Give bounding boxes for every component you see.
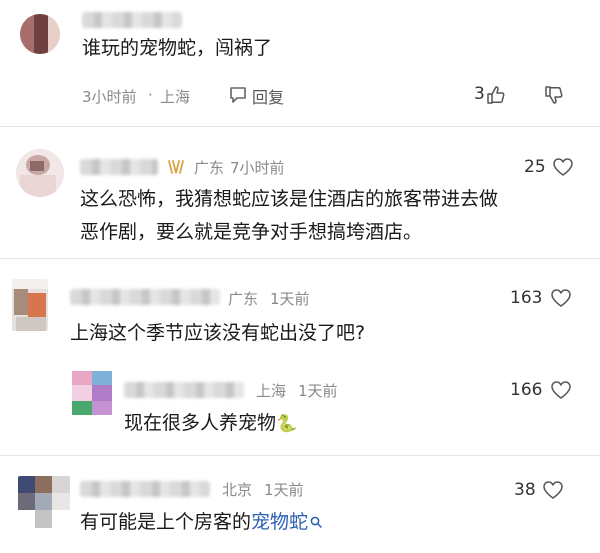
like-count: 38 (514, 480, 536, 500)
comment-location: · (148, 86, 153, 104)
username-blurred[interactable] (124, 382, 244, 398)
comment-location: 上海 (160, 88, 191, 106)
username-blurred[interactable] (80, 159, 158, 175)
heart-icon (553, 158, 573, 176)
comment-body: 现在很多人养宠物🐍 (124, 407, 297, 441)
like-count: 163 (510, 288, 543, 308)
like-count: 3 (474, 84, 485, 104)
username-blurred[interactable] (70, 289, 220, 305)
comment-location: 上海 (256, 382, 287, 400)
comment-location: 广东 (228, 290, 259, 308)
snake-emoji: 🐍 (276, 414, 298, 434)
comment-time: 1天前 (270, 290, 310, 308)
comment-time: 1天前 (298, 382, 338, 400)
comment-body: 谁玩的宠物蛇，闯祸了 (82, 37, 273, 59)
avatar[interactable] (18, 476, 70, 528)
comment-bubble-icon (230, 87, 246, 103)
comment-location: 北京 (222, 481, 253, 499)
comment-time: 7小时前 (230, 159, 285, 177)
search-link[interactable]: 宠物蛇 (251, 511, 308, 533)
avatar[interactable] (16, 149, 64, 197)
reply-text: 现在很多人养宠物 (124, 412, 277, 434)
comment-body-text: 有可能是上个房客的 (80, 511, 252, 533)
comment-time: 1天前 (264, 481, 304, 499)
like-count: 166 (510, 380, 543, 400)
thumbs-up-icon (487, 86, 505, 104)
comment-1: 谁玩的宠物蛇，闯祸了 3小时前 · 上海 回复 3 (0, 0, 600, 125)
comment-body-line: 这么恐怖，我猜想蛇应该是住酒店的旅客带进去做 (80, 188, 499, 210)
comment-body: 有可能是上个房客的宠物蛇 (80, 506, 322, 539)
heart-icon (543, 481, 563, 499)
reply-1: 上海 1天前 166 现在很多人养宠物🐍 (0, 365, 600, 445)
comment-body-line: 恶作剧，要么就是竞争对手想搞垮酒店。 (80, 221, 423, 243)
vip-badge-icon (168, 160, 184, 174)
search-icon[interactable] (310, 516, 322, 528)
heart-icon (551, 289, 571, 307)
reply-label: 回复 (252, 88, 285, 107)
like-count: 25 (524, 157, 546, 177)
comment-body: 上海这个季节应该没有蛇出没了吧? (70, 322, 366, 344)
username-blurred[interactable] (82, 12, 182, 28)
avatar[interactable] (12, 279, 48, 331)
username-blurred[interactable] (80, 481, 210, 497)
comment-location: 广东 (194, 159, 225, 177)
comment-time: 3小时前 (82, 88, 137, 106)
avatar[interactable] (72, 369, 112, 417)
comment-3: 广东 1天前 163 上海这个季节应该没有蛇出没了吧? (0, 259, 600, 365)
comment-5: 北京 1天前 38 有可能是上个房客的宠物蛇 (0, 456, 600, 553)
comment-2: 广东 7小时前 25 这么恐怖，我猜想蛇应该是住酒店的旅客带进去做 恶作剧，要么… (0, 127, 600, 257)
heart-icon (551, 381, 571, 399)
avatar[interactable] (20, 14, 60, 54)
thumbs-down-icon[interactable] (544, 85, 564, 105)
